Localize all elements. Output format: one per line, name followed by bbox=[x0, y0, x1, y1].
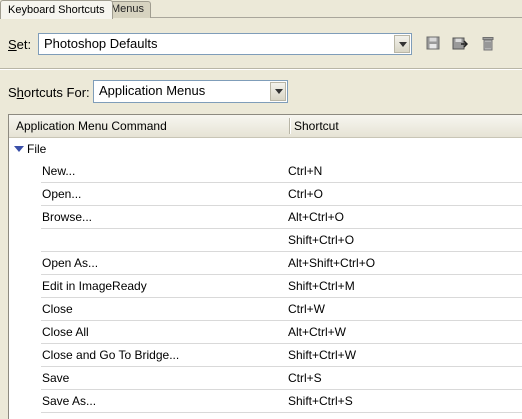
shortcut-cell[interactable]: Ctrl+N bbox=[288, 164, 322, 178]
shortcut-cell[interactable]: Ctrl+S bbox=[288, 371, 322, 385]
table-row[interactable]: New... Ctrl+N bbox=[9, 160, 522, 183]
table-header: Application Menu Command Shortcut bbox=[9, 115, 522, 138]
table-row[interactable]: Shift+Ctrl+O bbox=[9, 229, 522, 252]
set-dropdown-value: Photoshop Defaults bbox=[44, 36, 158, 51]
set-label-accel: S bbox=[8, 37, 17, 52]
table-row[interactable]: Close All Alt+Ctrl+W bbox=[9, 321, 522, 344]
table-row[interactable]: Browse... Alt+Ctrl+O bbox=[9, 206, 522, 229]
table-row[interactable]: Open As... Alt+Shift+Ctrl+O bbox=[9, 252, 522, 275]
table-row[interactable]: Open... Ctrl+O bbox=[9, 183, 522, 206]
tab-keyboard-shortcuts[interactable]: Keyboard Shortcuts bbox=[0, 0, 113, 19]
table-row[interactable]: Close Ctrl+W bbox=[9, 298, 522, 321]
command-cell: Browse... bbox=[42, 210, 93, 224]
column-header-shortcut[interactable]: Shortcut bbox=[294, 119, 339, 133]
shortcuts-for-dropdown-value: Application Menus bbox=[99, 83, 206, 98]
table-row[interactable]: Edit in ImageReady Shift+Ctrl+M bbox=[9, 275, 522, 298]
command-cell: Save As... bbox=[42, 394, 97, 408]
shortcuts-for-label-text: ortcuts For: bbox=[23, 85, 90, 100]
shortcuts-for-label-accel: h bbox=[16, 85, 24, 100]
command-cell: Edit in ImageReady bbox=[42, 279, 147, 293]
shortcut-cell[interactable]: Alt+Shift+Ctrl+O bbox=[288, 256, 375, 270]
command-cell: Close and Go To Bridge... bbox=[42, 348, 180, 362]
save-icon[interactable] bbox=[425, 35, 441, 51]
shortcut-cell[interactable]: Shift+Ctrl+S bbox=[288, 394, 353, 408]
shortcuts-for-dropdown[interactable]: Application Menus bbox=[93, 80, 288, 103]
table-row[interactable]: Save Ctrl+S bbox=[9, 367, 522, 390]
shortcut-cell[interactable]: Alt+Ctrl+W bbox=[288, 325, 346, 339]
tab-strip: Keyboard Shortcuts Menus bbox=[0, 0, 522, 19]
command-cell: Open As... bbox=[42, 256, 99, 270]
save-as-icon[interactable] bbox=[452, 35, 469, 51]
command-cell: Close bbox=[42, 302, 73, 316]
shortcut-cell[interactable]: Shift+Ctrl+M bbox=[288, 279, 355, 293]
delete-icon[interactable] bbox=[480, 35, 496, 51]
shortcuts-for-label: Shortcuts For: bbox=[8, 85, 90, 100]
command-cell: Save bbox=[42, 371, 70, 385]
shortcuts-table: Application Menu Command Shortcut File N… bbox=[8, 114, 522, 419]
column-divider[interactable] bbox=[289, 118, 291, 134]
separator bbox=[0, 68, 522, 70]
group-label: File bbox=[27, 142, 47, 156]
shortcut-cell[interactable]: Shift+Ctrl+W bbox=[288, 348, 356, 362]
shortcut-cell[interactable]: Ctrl+W bbox=[288, 302, 325, 316]
shortcut-cell[interactable]: Alt+Ctrl+O bbox=[288, 210, 344, 224]
shortcut-cell[interactable]: Ctrl+O bbox=[288, 187, 323, 201]
command-cell: Close All bbox=[42, 325, 89, 339]
table-row[interactable]: Save As... Shift+Ctrl+S bbox=[9, 390, 522, 413]
command-cell: New... bbox=[42, 164, 76, 178]
row-divider bbox=[41, 412, 522, 413]
table-row[interactable]: Close and Go To Bridge... Shift+Ctrl+W bbox=[9, 344, 522, 367]
expand-triangle-icon[interactable] bbox=[14, 146, 24, 152]
set-label-text: et: bbox=[16, 37, 32, 52]
command-cell: Open... bbox=[42, 187, 82, 201]
chevron-down-icon[interactable] bbox=[270, 82, 286, 101]
group-row-file[interactable]: File bbox=[9, 138, 522, 160]
set-dropdown[interactable]: Photoshop Defaults bbox=[38, 33, 412, 55]
shortcuts-for-label-pre: S bbox=[8, 85, 17, 100]
chevron-down-icon[interactable] bbox=[394, 35, 410, 53]
table-rows: New... Ctrl+N Open... Ctrl+O Browse... Alt+Ct… bbox=[9, 160, 522, 413]
shortcut-cell[interactable]: Shift+Ctrl+O bbox=[288, 233, 354, 247]
column-header-command[interactable]: Application Menu Command bbox=[16, 119, 167, 133]
set-label: Set: bbox=[8, 37, 31, 52]
